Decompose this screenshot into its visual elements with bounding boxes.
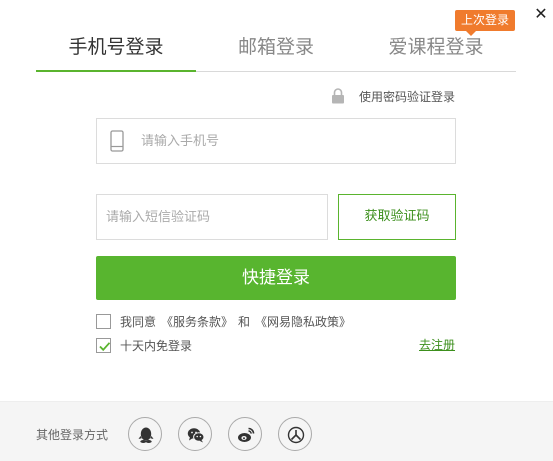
lock-icon bbox=[332, 88, 344, 104]
get-code-button[interactable]: 获取验证码 bbox=[338, 194, 456, 240]
close-button[interactable]: ✕ bbox=[531, 4, 551, 24]
active-tab-indicator bbox=[36, 70, 196, 72]
phone-input[interactable] bbox=[141, 133, 421, 149]
agreement-checkbox[interactable] bbox=[96, 313, 111, 329]
password-login-link[interactable]: 使用密码验证登录 bbox=[331, 86, 455, 106]
tab-phone-login[interactable]: 手机号登录 bbox=[36, 32, 196, 70]
login-tabs: 手机号登录 邮箱登录 爱课程登录 bbox=[36, 24, 516, 72]
footer: 其他登录方式 bbox=[0, 401, 553, 461]
last-login-badge: 上次登录 bbox=[455, 10, 516, 31]
remember-row: 十天内免登录 bbox=[96, 336, 192, 354]
agreement-prefix: 我同意 bbox=[120, 314, 157, 329]
privacy-policy-link[interactable]: 《网易隐私政策》 bbox=[255, 315, 351, 329]
phone-icon bbox=[110, 130, 124, 152]
quick-login-button[interactable]: 快捷登录 bbox=[96, 256, 456, 300]
yixin-icon bbox=[287, 426, 305, 444]
yixin-login-button[interactable] bbox=[278, 417, 312, 451]
remember-checkbox[interactable] bbox=[96, 337, 111, 353]
agreement-row: 我同意 《服务条款》和《网易隐私政策》 bbox=[96, 312, 356, 330]
agreement-text: 我同意 《服务条款》和《网易隐私政策》 bbox=[120, 313, 356, 330]
checkmark-icon bbox=[99, 341, 111, 351]
other-login-label: 其他登录方式 bbox=[36, 428, 109, 442]
last-login-badge-arrow bbox=[466, 31, 476, 36]
register-link[interactable]: 去注册 bbox=[419, 336, 455, 353]
sms-code-input[interactable] bbox=[106, 209, 316, 225]
weibo-login-button[interactable] bbox=[228, 417, 262, 451]
wechat-login-button[interactable] bbox=[178, 417, 212, 451]
agreement-conjunction: 和 bbox=[238, 314, 251, 329]
weibo-icon bbox=[238, 427, 255, 442]
tab-email-login[interactable]: 邮箱登录 bbox=[196, 32, 356, 70]
qq-login-button[interactable] bbox=[128, 417, 162, 451]
qq-icon bbox=[138, 427, 154, 443]
remember-label: 十天内免登录 bbox=[120, 338, 193, 353]
sms-code-field bbox=[96, 194, 328, 240]
password-login-label: 使用密码验证登录 bbox=[359, 89, 456, 104]
terms-of-service-link[interactable]: 《服务条款》 bbox=[161, 315, 233, 329]
phone-field bbox=[96, 118, 456, 164]
tab-icourse-login[interactable]: 爱课程登录 bbox=[356, 32, 516, 70]
wechat-icon bbox=[187, 428, 205, 443]
